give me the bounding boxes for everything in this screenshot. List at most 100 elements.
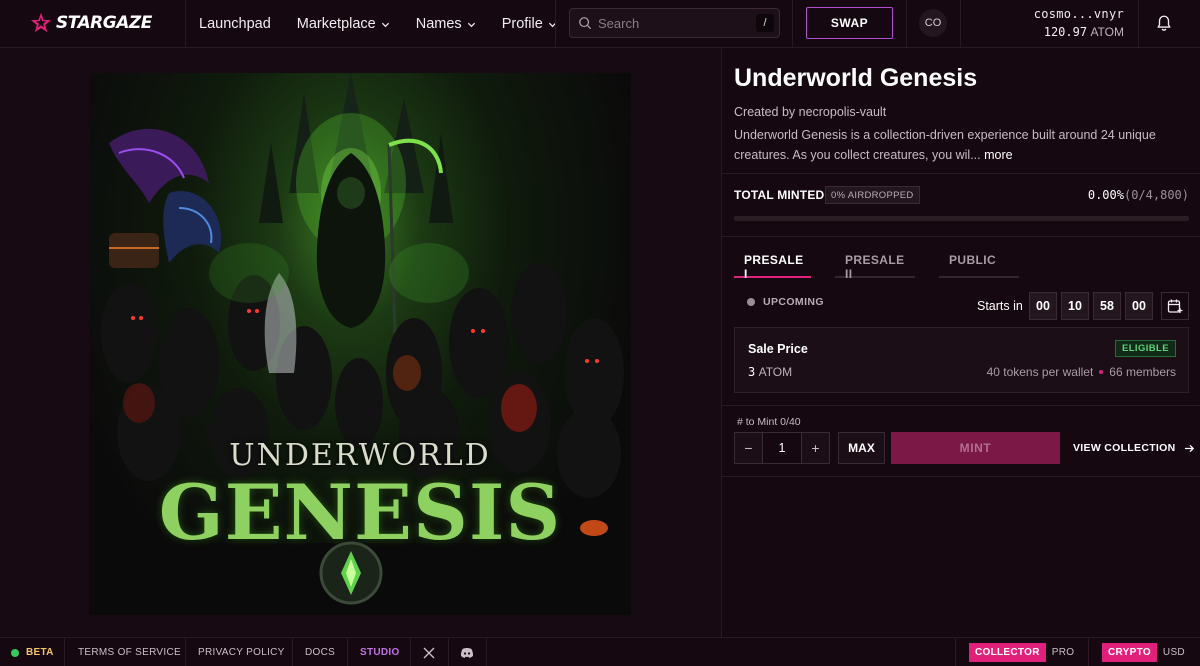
- nav-marketplace[interactable]: Marketplace: [297, 16, 390, 32]
- search-box[interactable]: /: [569, 8, 780, 38]
- mode-pro[interactable]: PRO: [1046, 643, 1081, 662]
- nav-launchpad[interactable]: Launchpad: [199, 16, 271, 32]
- collection-description: Underworld Genesis is a collection-drive…: [734, 125, 1189, 165]
- nav-names[interactable]: Names: [416, 16, 476, 32]
- footer-divider: [347, 638, 348, 666]
- eligible-badge: ELIGIBLE: [1114, 340, 1176, 357]
- chevron-down-icon: [381, 22, 389, 27]
- sale-price-label: Sale Price: [748, 342, 808, 356]
- mint-button[interactable]: MINT: [891, 432, 1060, 464]
- docs-link[interactable]: DOCS: [305, 638, 335, 666]
- sale-price: 3 ATOM: [748, 365, 792, 379]
- artwork-title-line2: GENESIS: [158, 468, 562, 557]
- tab-presale-1[interactable]: PRESALE I: [734, 253, 811, 281]
- tab-presale-2[interactable]: PRESALE II: [835, 253, 915, 281]
- countdown-days: 00: [1029, 292, 1057, 320]
- footer-divider: [64, 638, 65, 666]
- nav-label: Marketplace: [296, 16, 376, 32]
- countdown-hours: 10: [1061, 292, 1089, 320]
- wallet-balance-unit: ATOM: [1090, 25, 1124, 39]
- decrement-button[interactable]: −: [734, 432, 763, 464]
- header-divider: [792, 0, 793, 48]
- nav-label: Launchpad: [199, 16, 271, 32]
- currency-usd[interactable]: USD: [1157, 643, 1191, 662]
- add-to-calendar-button[interactable]: [1161, 292, 1189, 320]
- description-text: Underworld Genesis is a collection-drive…: [734, 128, 1156, 162]
- dot-separator-icon: [1099, 370, 1104, 374]
- phase-tabs: PRESALE I PRESALE II PUBLIC: [734, 253, 1019, 281]
- minted-percent: 0.00%: [1087, 188, 1124, 202]
- beta-label: BETA: [26, 647, 54, 658]
- discord-link[interactable]: [460, 638, 474, 666]
- members-count: 66 members: [1109, 365, 1176, 379]
- quantity-stepper: − +: [734, 432, 830, 464]
- header-divider: [960, 0, 961, 48]
- footer-divider: [1088, 638, 1089, 666]
- quantity-input[interactable]: [763, 432, 801, 464]
- footer: BETA TERMS OF SERVICE PRIVACY POLICY DOC…: [0, 637, 1200, 666]
- brand-name: STARGAZE: [56, 13, 152, 33]
- header-divider: [555, 0, 556, 48]
- footer-divider: [292, 638, 293, 666]
- terms-link[interactable]: TERMS OF SERVICE: [78, 638, 181, 666]
- main-nav: Launchpad Marketplace Names Profile: [199, 0, 557, 48]
- mint-progress-bar: [734, 216, 1189, 221]
- search-shortcut-key: /: [756, 14, 774, 32]
- swap-button[interactable]: SWAP: [806, 7, 893, 39]
- collection-artwork: UNDERWORLD GENESIS: [89, 73, 631, 615]
- minted-count: (0/4,800): [1123, 188, 1189, 202]
- sale-price-card: Sale Price 3 ATOM ELIGIBLE 40 tokens per…: [734, 327, 1189, 393]
- footer-divider: [410, 638, 411, 666]
- footer-divider: [448, 638, 449, 666]
- top-header: STARGAZE Launchpad Marketplace Names Pro…: [0, 0, 1200, 48]
- sale-price-value: 3: [748, 365, 756, 379]
- search-input[interactable]: [598, 15, 748, 31]
- wallet-balance-value: 120.97: [1043, 25, 1088, 39]
- section-divider: [722, 405, 1200, 406]
- wallet-address: cosmo...vnyr: [1033, 7, 1124, 21]
- discord-icon: [460, 647, 474, 658]
- mode-toggle[interactable]: COLLECTOR PRO: [969, 643, 1080, 662]
- footer-divider: [955, 638, 956, 666]
- collection-title: Underworld Genesis: [734, 64, 978, 92]
- search-icon: [579, 17, 592, 30]
- phase-status: UPCOMING: [747, 296, 824, 308]
- max-button[interactable]: MAX: [838, 432, 885, 464]
- star-logo-icon: [30, 12, 52, 33]
- currency-crypto[interactable]: CRYPTO: [1102, 643, 1157, 662]
- bell-icon[interactable]: [1155, 14, 1173, 32]
- nav-label: Profile: [501, 16, 543, 32]
- mode-collector[interactable]: COLLECTOR: [969, 643, 1046, 662]
- more-link[interactable]: more: [984, 148, 1012, 162]
- nav-profile[interactable]: Profile: [502, 16, 557, 32]
- per-wallet-limit: 40 tokens per wallet: [986, 365, 1094, 379]
- studio-link[interactable]: STUDIO: [360, 638, 400, 666]
- total-minted-value: 0.00%(0/4,800): [1088, 188, 1189, 202]
- privacy-link[interactable]: PRIVACY POLICY: [198, 638, 285, 666]
- tab-public[interactable]: PUBLIC: [939, 253, 1019, 278]
- nav-label: Names: [415, 16, 462, 32]
- status-label: UPCOMING: [763, 296, 824, 308]
- stargaze-logo[interactable]: STARGAZE: [30, 12, 152, 34]
- avatar[interactable]: CO: [919, 9, 947, 37]
- arrow-right-icon: [1184, 444, 1194, 452]
- footer-divider: [486, 638, 487, 666]
- collection-creator[interactable]: Created by necropolis-vault: [734, 105, 886, 119]
- wallet-info[interactable]: cosmo...vnyr 120.97 ATOM: [1034, 7, 1124, 39]
- calendar-add-icon: [1167, 299, 1183, 313]
- view-collection-link[interactable]: VIEW COLLECTION: [1073, 442, 1195, 454]
- section-divider: [722, 173, 1200, 174]
- header-divider: [185, 0, 186, 48]
- sale-price-unit: ATOM: [758, 365, 793, 379]
- section-divider: [722, 236, 1200, 237]
- x-twitter-icon: [423, 647, 435, 658]
- beta-indicator: BETA: [11, 638, 54, 666]
- countdown-minutes: 58: [1093, 292, 1121, 320]
- currency-toggle[interactable]: CRYPTO USD: [1102, 643, 1191, 662]
- status-dot-icon: [747, 298, 755, 306]
- x-link[interactable]: [423, 638, 435, 666]
- footer-divider: [185, 638, 186, 666]
- view-collection-label: VIEW COLLECTION: [1073, 442, 1176, 454]
- section-divider: [722, 476, 1200, 477]
- increment-button[interactable]: +: [801, 432, 830, 464]
